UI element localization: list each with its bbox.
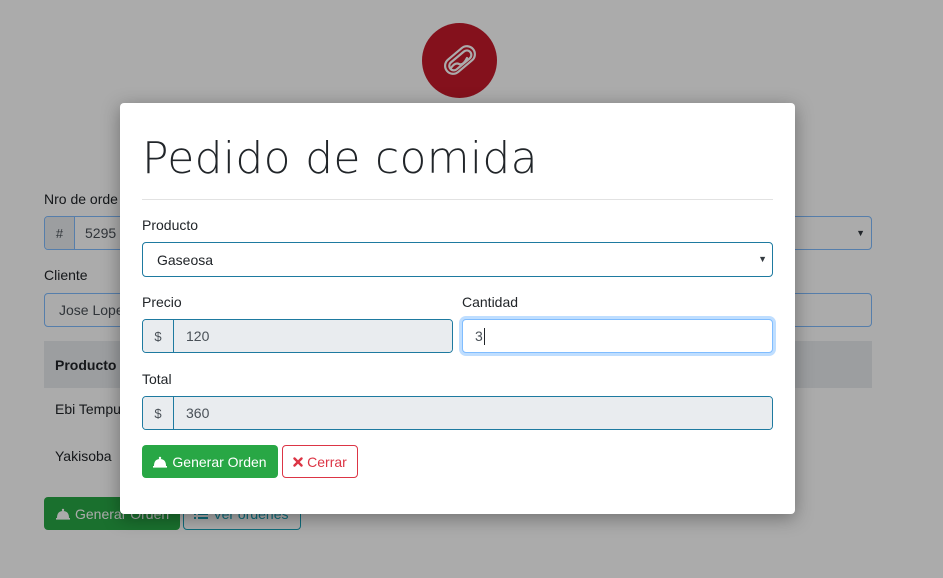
price-label: Precio [142, 294, 182, 310]
close-label: Cerrar [307, 453, 347, 470]
total-group: $ 360 [142, 396, 773, 430]
modal-title: Pedido de comida [142, 133, 538, 184]
price-prefix: $ [143, 320, 174, 352]
caret-down-icon: ▼ [758, 254, 767, 264]
times-icon [293, 456, 303, 467]
generate-order-button[interactable]: Generar Orden [142, 445, 278, 478]
total-prefix: $ [143, 397, 174, 429]
bell-icon [153, 456, 168, 468]
product-selected-value: Gaseosa [157, 251, 214, 268]
quantity-value: 3 [475, 328, 483, 344]
modal-divider [142, 199, 773, 200]
product-select[interactable]: Gaseosa ▼ [142, 242, 773, 277]
order-modal: Pedido de comida Producto Gaseosa ▼ Prec… [120, 103, 795, 514]
generate-order-label: Generar Orden [172, 453, 267, 470]
total-label: Total [142, 371, 172, 387]
price-field: 120 [174, 320, 452, 352]
product-label: Producto [142, 217, 199, 233]
close-button[interactable]: Cerrar [282, 445, 358, 478]
quantity-input[interactable]: 3 [462, 319, 773, 353]
text-cursor [483, 327, 485, 345]
quantity-label: Cantidad [462, 294, 519, 310]
price-group: $ 120 [142, 319, 453, 353]
total-field: 360 [174, 397, 772, 429]
